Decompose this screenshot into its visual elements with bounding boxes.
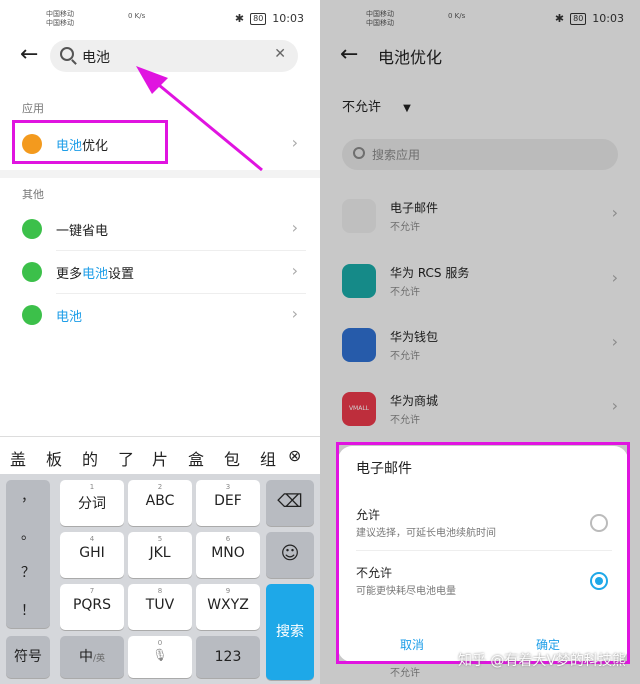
candidate-word[interactable]: 盒 [188, 446, 204, 470]
candidate-word[interactable]: 包 [224, 446, 240, 470]
space-key[interactable]: 0 🎙 [128, 636, 192, 678]
lang-switch-key[interactable]: 中/英 [60, 636, 124, 678]
chevron-right-icon: › [291, 304, 298, 323]
microphone-icon: 🎙 [152, 648, 168, 662]
candidate-word[interactable]: 片 [152, 446, 168, 470]
result-label: 电池 [56, 310, 83, 325]
emoji-icon[interactable]: ☺ [266, 532, 314, 578]
key-3[interactable]: 3 DEF [196, 480, 260, 526]
result-battery[interactable]: 电池 › [0, 294, 320, 336]
battery-toggle-icon [22, 219, 42, 239]
chevron-right-icon: › [291, 218, 298, 237]
punctuation-column: ， 。 ？ ！ [6, 480, 50, 628]
result-label: 更多电池设置 [56, 267, 135, 282]
result-one-key-save[interactable]: 一键省电 › [0, 208, 320, 250]
question-key[interactable]: ？ [6, 562, 50, 582]
candidate-word[interactable]: 板 [46, 446, 62, 470]
result-label: 一键省电 [56, 224, 109, 239]
candidate-word[interactable]: 了 [118, 446, 134, 470]
search-key[interactable]: 搜索 [266, 584, 314, 680]
key-4[interactable]: 4 GHI [60, 532, 124, 578]
candidate-word[interactable]: 盖 [10, 446, 26, 470]
period-key[interactable]: 。 [6, 524, 50, 544]
battery-optimization-screen: 中国移动 中国移动 0 K/s ✱ 80 10:03 ← 电池优化 不允许 ▼ … [320, 0, 640, 684]
annotation-box [336, 442, 630, 664]
result-more-battery-settings[interactable]: 更多电池设置 › [0, 251, 320, 293]
candidate-word[interactable]: 的 [82, 446, 98, 470]
key-5[interactable]: 5 JKL [128, 532, 192, 578]
chevron-right-icon: › [291, 261, 298, 280]
annotation-arrow [136, 66, 263, 172]
key-6[interactable]: 6 MNO [196, 532, 260, 578]
candidate-word[interactable]: 组 [260, 446, 276, 470]
battery-toggle-icon [22, 305, 42, 325]
comma-key[interactable]: ， [6, 486, 50, 506]
symbol-key[interactable]: 符号 [6, 636, 50, 678]
key-8[interactable]: 8 TUV [128, 584, 192, 630]
collapse-candidates-icon[interactable]: ⊗ [288, 446, 301, 465]
backspace-icon[interactable]: ⌫ [266, 480, 314, 526]
key-2[interactable]: 2 ABC [128, 480, 192, 526]
key-7[interactable]: 7 PQRS [60, 584, 124, 630]
number-key[interactable]: 123 [196, 636, 260, 678]
key-9[interactable]: 9 WXYZ [196, 584, 260, 630]
candidate-bar: 盖 板 的 了 片 盒 包 组 ⊗ [0, 436, 320, 474]
battery-toggle-icon [22, 262, 42, 282]
watermark: 知乎 @有着大V梦的科技熊 [457, 653, 626, 669]
keyboard: ， 。 ？ ！ 1 分词 2 ABC 3 DEF ⌫ 4 GHI 5 JKL 6 MNO ☺… [0, 474, 320, 684]
key-1[interactable]: 1 分词 [60, 480, 124, 526]
exclaim-key[interactable]: ！ [6, 600, 50, 620]
search-screen: 中国移动 中国移动 0 K/s ✱ 80 10:03 ← 电池 ✕ 应用 电池优… [0, 0, 320, 684]
